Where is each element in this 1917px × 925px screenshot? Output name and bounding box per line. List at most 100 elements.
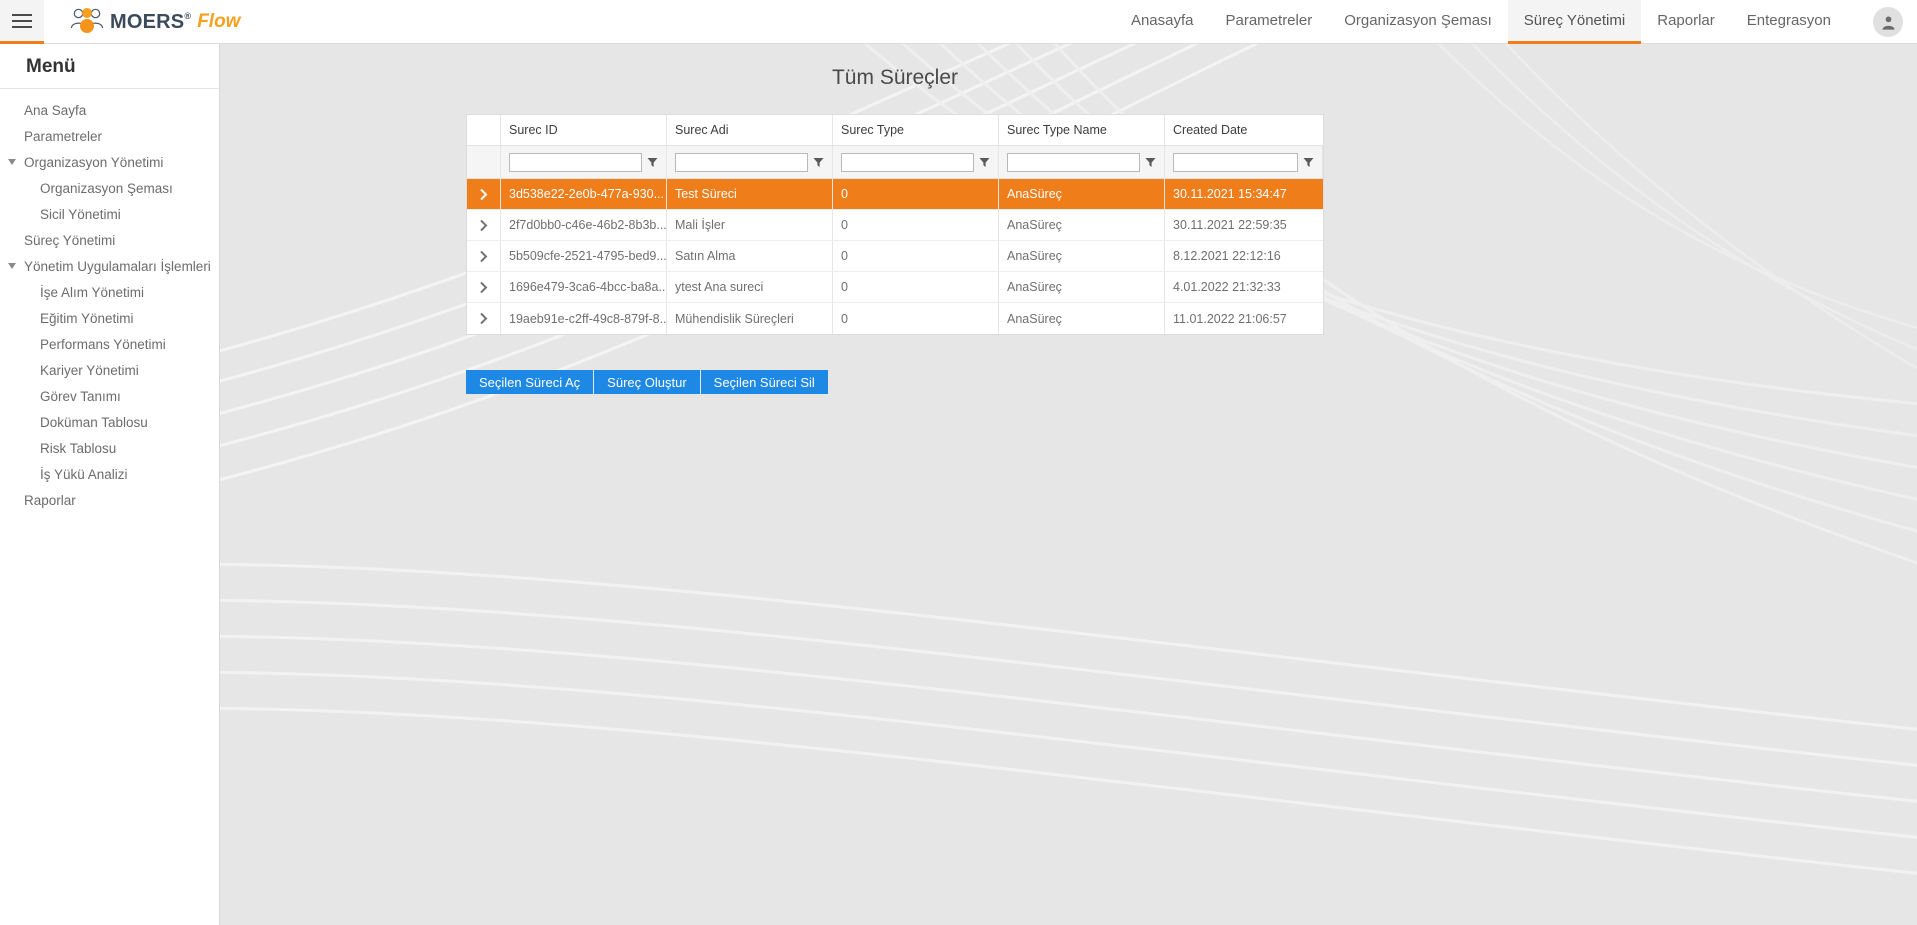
table-row[interactable]: 1696e479-3ca6-4bcc-ba8a... ytest Ana sur… <box>467 272 1323 303</box>
sidebar-item-label: Süreç Yönetimi <box>24 232 116 248</box>
sidebar-item-label: Sicil Yönetimi <box>40 206 121 222</box>
row-expand-button[interactable] <box>467 241 501 271</box>
funnel-filter-icon[interactable] <box>1303 157 1314 168</box>
row-expand-button[interactable] <box>467 179 501 209</box>
sidebar-item-yonetim-uygulamalari-islemleri[interactable]: Yönetim Uygulamaları İşlemleri <box>0 253 219 279</box>
nav-label: Parametreler <box>1225 12 1313 29</box>
funnel-filter-icon[interactable] <box>647 157 658 168</box>
sidebar-item-ana-sayfa[interactable]: Ana Sayfa <box>0 97 219 123</box>
grid-header-row: Surec ID Surec Adi Surec Type Surec Type… <box>467 115 1323 146</box>
sidebar-item-label: Parametreler <box>24 128 103 144</box>
grid-header-created-date[interactable]: Created Date <box>1165 115 1323 145</box>
sidebar-item-kariyer-yonetimi[interactable]: Kariyer Yönetimi <box>0 357 219 383</box>
nav-label: Entegrasyon <box>1746 12 1831 29</box>
sidebar-item-ise-alim-yonetimi[interactable]: İşe Alım Yönetimi <box>0 279 219 305</box>
user-avatar-button[interactable] <box>1873 7 1903 37</box>
grid-header-expand <box>467 115 501 145</box>
top-navigation: Anasayfa Parametreler Organizasyon Şemas… <box>1115 0 1847 44</box>
cell-surec-adi: Mali İşler <box>667 210 833 240</box>
nav-label: Süreç Yönetimi <box>1523 12 1626 29</box>
table-row[interactable]: 19aeb91e-c2ff-49c8-879f-8... Mühendislik… <box>467 303 1323 334</box>
cell-surec-type: 0 <box>833 179 999 209</box>
brand-name-text: MOERS <box>110 10 185 33</box>
funnel-filter-icon[interactable] <box>813 157 824 168</box>
create-process-button[interactable]: Süreç Oluştur <box>594 370 700 394</box>
sidebar-item-sicil-yonetimi[interactable]: Sicil Yönetimi <box>0 201 219 227</box>
row-expand-button[interactable] <box>467 303 501 334</box>
sidebar-item-label: İş Yükü Analizi <box>40 466 128 482</box>
sidebar-item-is-yuku-analizi[interactable]: İş Yükü Analizi <box>0 461 219 487</box>
open-selected-process-button[interactable]: Seçilen Süreci Aç <box>466 370 594 394</box>
hamburger-menu-button[interactable] <box>0 0 44 44</box>
cell-created-date: 4.01.2022 21:32:33 <box>1173 280 1281 294</box>
sidebar-item-egitim-yonetimi[interactable]: Eğitim Yönetimi <box>0 305 219 331</box>
cell-surec-type-name: AnaSüreç <box>999 179 1165 209</box>
sidebar-item-label: İşe Alım Yönetimi <box>40 284 145 300</box>
sidebar-item-gorev-tanimi[interactable]: Görev Tanımı <box>0 383 219 409</box>
filter-input-surec-type-name[interactable] <box>1007 152 1140 172</box>
nav-item-surec-yonetimi[interactable]: Süreç Yönetimi <box>1507 0 1642 44</box>
top-bar: MOERS® Flow Anasayfa Parametreler Organi… <box>0 0 1917 44</box>
sidebar-title: Menü <box>0 44 219 89</box>
sidebar-item-label: Raporlar <box>24 492 76 508</box>
grid-filter-row <box>467 146 1323 179</box>
filter-input-created-date[interactable] <box>1173 152 1298 172</box>
table-row[interactable]: 2f7d0bb0-c46e-46b2-8b3b... Mali İşler 0 … <box>467 210 1323 241</box>
grid-filter-surec-type <box>833 146 999 178</box>
chevron-down-icon <box>8 159 16 165</box>
filter-input-surec-id[interactable] <box>509 152 642 172</box>
grid-header-surec-adi[interactable]: Surec Adi <box>667 115 833 145</box>
table-row[interactable]: 3d538e22-2e0b-477a-930... Test Süreci 0 … <box>467 179 1323 210</box>
sidebar-item-label: Organizasyon Yönetimi <box>24 154 164 170</box>
sidebar-item-label: Doküman Tablosu <box>40 414 148 430</box>
nav-item-entegrasyon[interactable]: Entegrasyon <box>1731 0 1847 44</box>
grid-body: 3d538e22-2e0b-477a-930... Test Süreci 0 … <box>467 179 1323 334</box>
filter-input-surec-type[interactable] <box>841 152 974 172</box>
row-expand-button[interactable] <box>467 272 501 302</box>
sidebar-item-performans-yonetimi[interactable]: Performans Yönetimi <box>0 331 219 357</box>
sidebar-item-risk-tablosu[interactable]: Risk Tablosu <box>0 435 219 461</box>
sidebar-menu-list: Ana Sayfa Parametreler Organizasyon Yöne… <box>0 89 219 513</box>
cell-surec-type-name: AnaSüreç <box>999 272 1165 302</box>
nav-item-raporlar[interactable]: Raporlar <box>1641 0 1731 44</box>
cell-surec-id: 1696e479-3ca6-4bcc-ba8a... <box>501 272 667 302</box>
sidebar-item-raporlar[interactable]: Raporlar <box>0 487 219 513</box>
cell-surec-type-name: AnaSüreç <box>999 210 1165 240</box>
cell-surec-type: 0 <box>833 210 999 240</box>
delete-selected-process-button[interactable]: Seçilen Süreci Sil <box>700 370 828 394</box>
nav-label: Anasayfa <box>1130 12 1194 29</box>
sidebar-item-parametreler[interactable]: Parametreler <box>0 123 219 149</box>
hamburger-menu-icon <box>12 10 32 32</box>
filter-input-surec-adi[interactable] <box>675 152 808 172</box>
sidebar-item-surec-yonetimi[interactable]: Süreç Yönetimi <box>0 227 219 253</box>
sidebar-item-organizasyon-yonetimi[interactable]: Organizasyon Yönetimi <box>0 149 219 175</box>
action-button-bar: Seçilen Süreci Aç Süreç Oluştur Seçilen … <box>466 370 828 394</box>
grid-header-surec-id[interactable]: Surec ID <box>501 115 667 145</box>
cell-surec-adi: ytest Ana sureci <box>667 272 833 302</box>
cell-created-date: 30.11.2021 22:59:35 <box>1173 218 1287 232</box>
nav-item-parametreler[interactable]: Parametreler <box>1210 0 1329 44</box>
cell-surec-id: 3d538e22-2e0b-477a-930... <box>501 179 667 209</box>
row-expand-button[interactable] <box>467 210 501 240</box>
chevron-right-icon <box>480 188 488 200</box>
sidebar-item-dokuman-tablosu[interactable]: Doküman Tablosu <box>0 409 219 435</box>
cell-surec-id: 2f7d0bb0-c46e-46b2-8b3b... <box>501 210 667 240</box>
sidebar-item-label: Görev Tanımı <box>40 388 121 404</box>
grid-filter-surec-id <box>501 146 667 178</box>
table-row[interactable]: 5b509cfe-2521-4795-bed9... Satın Alma 0 … <box>467 241 1323 272</box>
grid-header-surec-type[interactable]: Surec Type <box>833 115 999 145</box>
grid-filter-created-date <box>1165 146 1323 178</box>
sidebar-item-organizasyon-semasi[interactable]: Organizasyon Şeması <box>0 175 219 201</box>
brand-reg-mark: ® <box>184 10 192 21</box>
grid-header-surec-type-name[interactable]: Surec Type Name <box>999 115 1165 145</box>
sidebar-item-label: Risk Tablosu <box>40 440 117 456</box>
nav-item-organizasyon-semasi[interactable]: Organizasyon Şeması <box>1328 0 1508 44</box>
cell-surec-adi: Mühendislik Süreçleri <box>667 303 833 334</box>
nav-item-anasayfa[interactable]: Anasayfa <box>1115 0 1210 44</box>
cell-surec-type: 0 <box>833 272 999 302</box>
funnel-filter-icon[interactable] <box>1145 157 1156 168</box>
processes-grid: Surec ID Surec Adi Surec Type Surec Type… <box>466 114 1324 335</box>
funnel-filter-icon[interactable] <box>979 157 990 168</box>
sidebar-item-label: Performans Yönetimi <box>40 336 166 352</box>
grid-filter-expand <box>467 146 501 178</box>
